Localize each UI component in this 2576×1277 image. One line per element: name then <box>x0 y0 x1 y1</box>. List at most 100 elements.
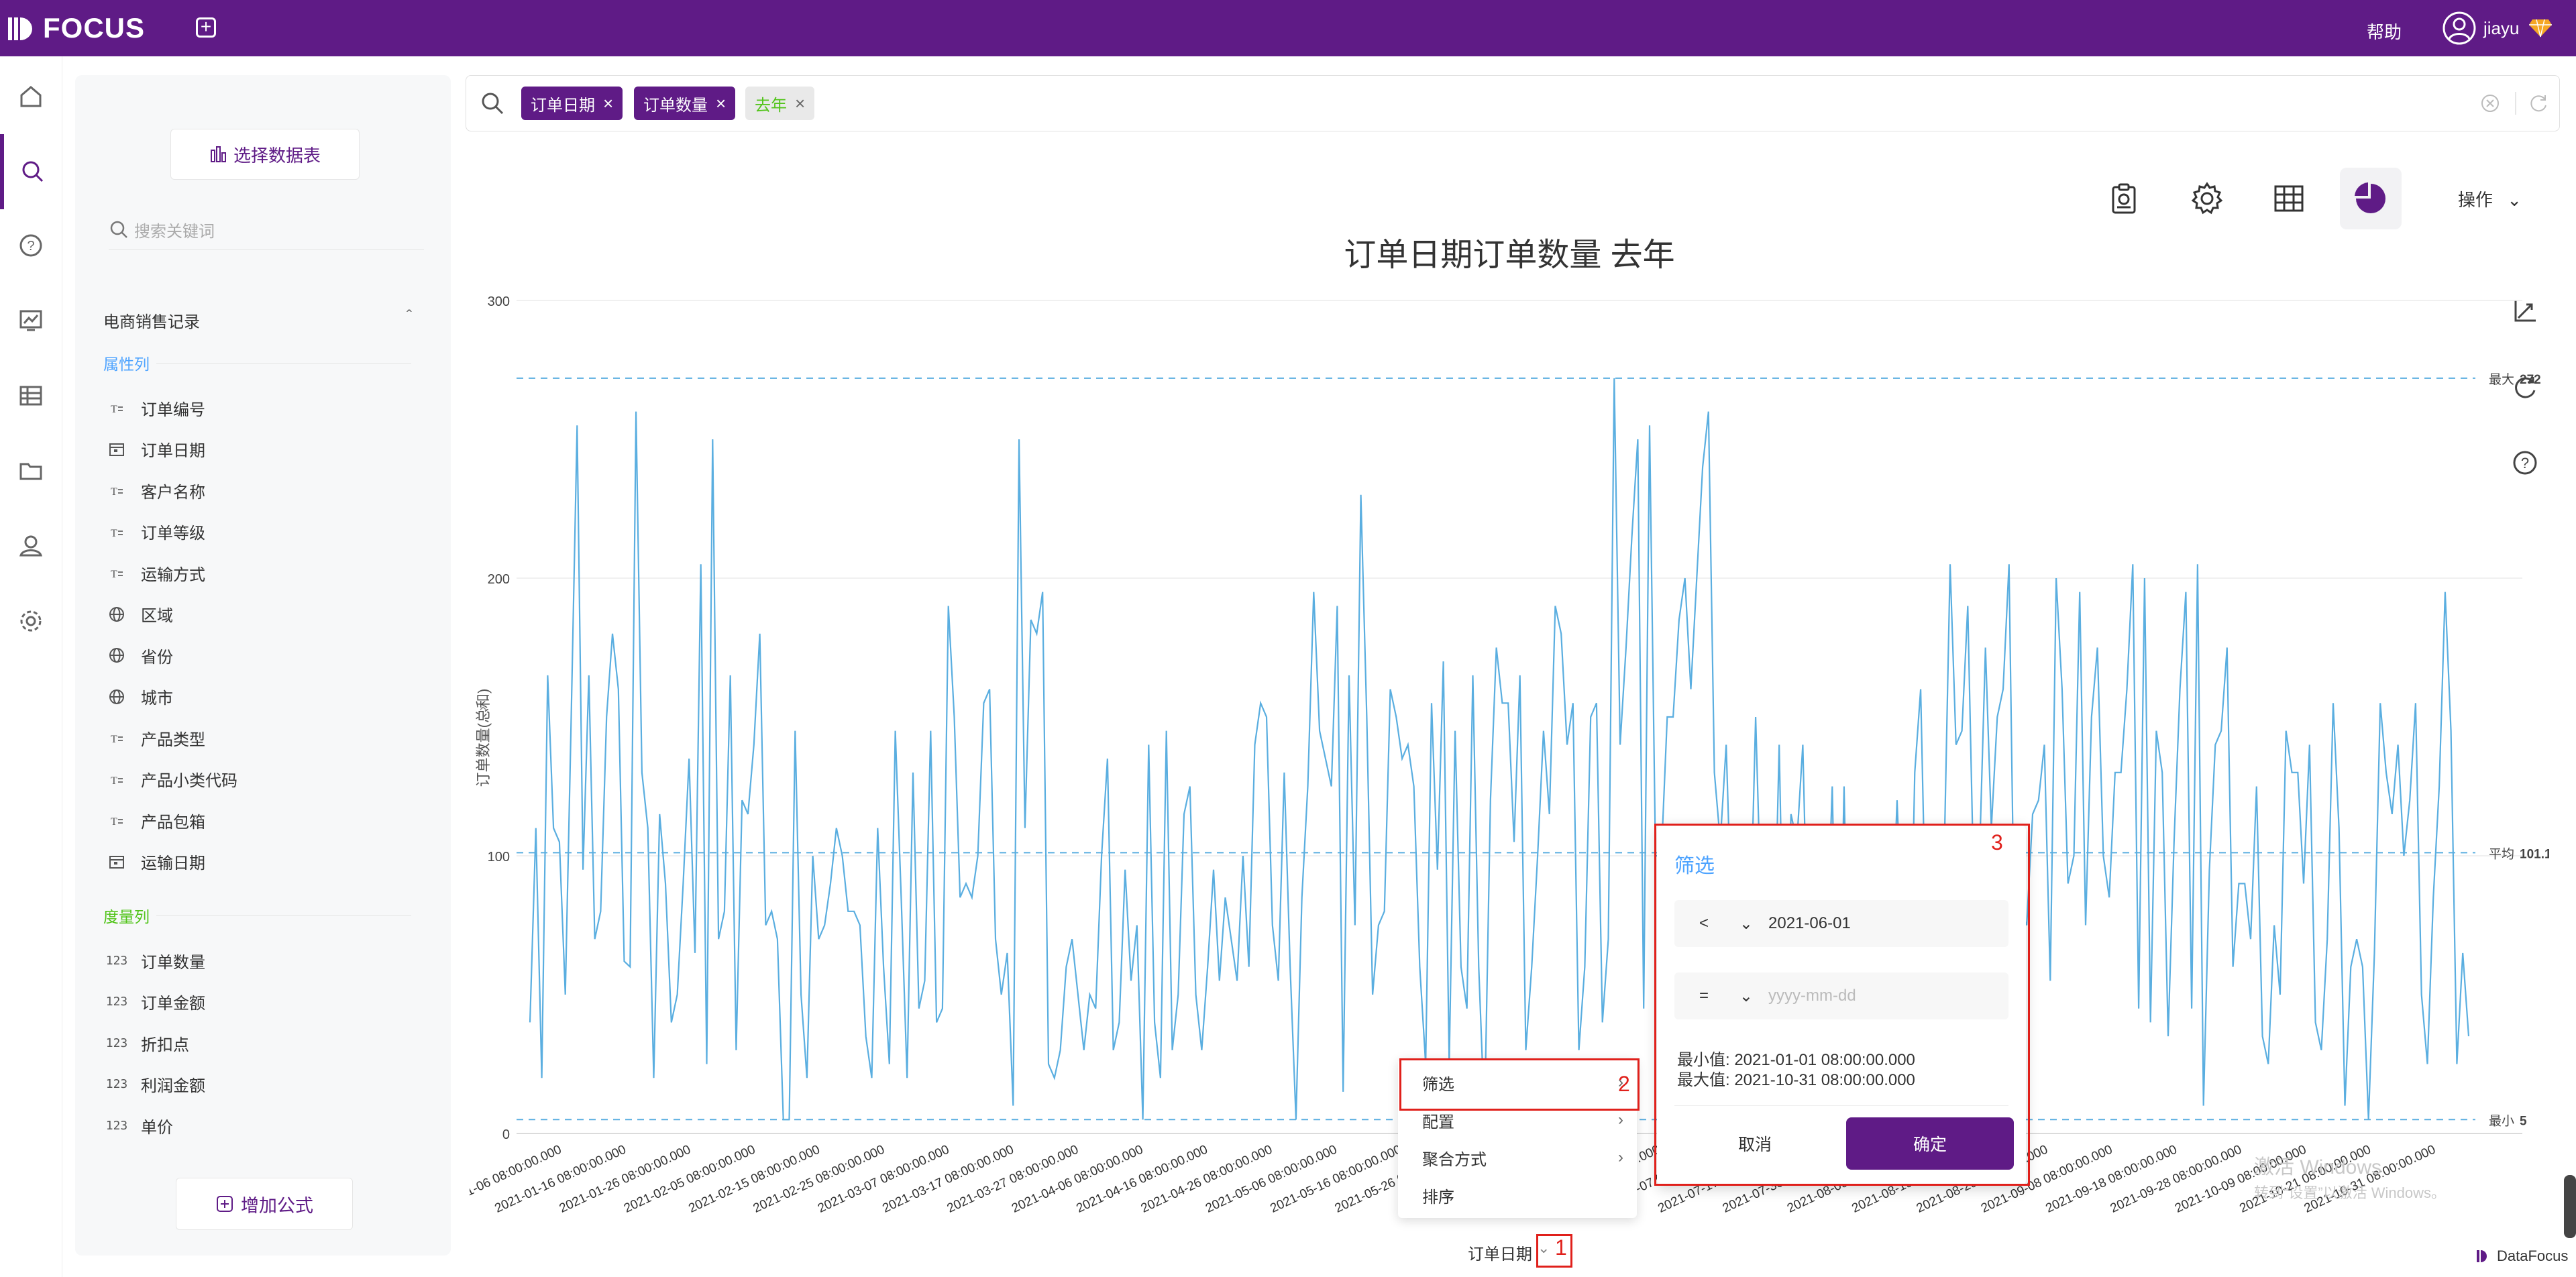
table-view-icon <box>2274 185 2304 212</box>
logo-icon <box>8 17 32 40</box>
number-field-icon: 123 <box>105 953 128 968</box>
field-label: 城市 <box>141 689 173 708</box>
menu-item-aggregation[interactable]: 聚合方式 › <box>1422 1139 1623 1176</box>
field-item[interactable]: 123 折扣点 <box>103 1030 189 1056</box>
data-source-panel: 选择数据表 搜索关键词 电商销售记录 ˆ 属性列 T 订单编号 订单日期 T 客户名称 T… <box>75 75 451 1256</box>
clear-search-icon[interactable] <box>2479 92 2502 115</box>
remove-chip-icon[interactable]: × <box>716 93 726 114</box>
field-label: 订单金额 <box>141 995 205 1013</box>
scroll-handle[interactable] <box>2564 1175 2576 1238</box>
folder-icon[interactable] <box>0 433 62 508</box>
field-item[interactable]: 123 利润金额 <box>103 1071 205 1098</box>
refresh-search-icon[interactable] <box>2527 92 2550 115</box>
remove-chip-icon[interactable]: × <box>795 93 805 114</box>
field-item[interactable]: T 订单编号 <box>103 394 205 421</box>
number-field-icon: 123 <box>105 1077 128 1091</box>
field-item[interactable]: 123 单价 <box>103 1112 173 1139</box>
operations-dropdown[interactable]: 操作 ⌄ <box>2458 186 2522 211</box>
field-label: 客户名称 <box>141 483 205 502</box>
add-formula-icon <box>217 1196 233 1212</box>
remove-chip-icon[interactable]: × <box>603 93 613 114</box>
user-avatar-icon <box>2443 11 2476 45</box>
field-label: 订单编号 <box>141 400 205 419</box>
field-item[interactable]: 运输日期 <box>103 848 205 875</box>
number-field-icon: 123 <box>105 995 128 1009</box>
field-item[interactable]: 城市 <box>103 683 173 710</box>
table-name[interactable]: 电商销售记录 <box>103 309 200 332</box>
new-tab-icon[interactable]: + <box>196 17 216 38</box>
field-label: 区域 <box>141 607 173 625</box>
date-field-icon <box>103 852 130 871</box>
measure-section-header: 度量列 <box>103 904 411 927</box>
field-item[interactable]: 123 订单金额 <box>103 989 205 1015</box>
y-axis-label: 订单数量(总和) <box>475 689 492 787</box>
field-item[interactable]: 123 订单数量 <box>103 947 205 974</box>
field-item[interactable]: 订单日期 <box>103 436 205 463</box>
y-tick-label: 300 <box>488 294 510 309</box>
collapse-icon[interactable]: ˆ <box>407 307 412 326</box>
home-icon[interactable] <box>0 59 62 134</box>
field-label: 省份 <box>141 648 173 667</box>
search-chip-order-qty[interactable]: 订单数量 × <box>634 87 736 120</box>
left-nav-rail: ? <box>0 56 62 1277</box>
field-item[interactable]: 区域 <box>103 601 173 628</box>
field-label: 产品包箱 <box>141 813 205 832</box>
annotation-number-3: 3 <box>1991 830 2003 854</box>
annotation-box-1 <box>1536 1234 1572 1268</box>
settings-icon[interactable] <box>0 584 62 659</box>
dashboard-icon[interactable] <box>0 283 62 358</box>
y-axis-chevron-icon[interactable]: › <box>474 706 490 711</box>
geo-field-icon <box>103 646 130 665</box>
field-label: 折扣点 <box>141 1036 189 1054</box>
chevron-right-icon: › <box>1618 1111 1623 1129</box>
search-icon[interactable] <box>0 134 62 209</box>
field-item[interactable]: 省份 <box>103 642 173 669</box>
field-label: 订单等级 <box>141 524 205 543</box>
chart-title: 订单日期订单数量 去年 <box>1344 237 1675 273</box>
add-formula-button[interactable]: 增加公式 <box>176 1178 353 1230</box>
field-item[interactable]: T 产品类型 <box>103 724 205 751</box>
chart-type-button[interactable] <box>2340 168 2402 229</box>
field-label: 订单数量 <box>141 953 205 972</box>
field-search-placeholder: 搜索关键词 <box>134 222 215 241</box>
search-icon <box>482 93 504 115</box>
choose-table-button[interactable]: 选择数据表 <box>170 129 360 180</box>
svg-text:T: T <box>111 734 117 745</box>
focus-logo[interactable]: FOCUS <box>7 11 145 46</box>
search-icon <box>110 221 127 238</box>
clipboard-icon <box>2112 183 2136 214</box>
menu-item-sort[interactable]: 排序 <box>1422 1176 1623 1214</box>
clipboard-report-button[interactable] <box>2093 168 2155 229</box>
field-item[interactable]: T 产品小类代码 <box>103 766 237 793</box>
y-tick-label: 100 <box>488 850 510 865</box>
search-bar[interactable]: 订单日期 × 订单数量 × 去年 × <box>466 75 2560 131</box>
user-icon[interactable] <box>0 508 62 584</box>
chart-settings-button[interactable] <box>2176 168 2238 229</box>
field-item[interactable]: T 客户名称 <box>103 477 205 504</box>
x-axis-label[interactable]: 订单日期 <box>1468 1241 1532 1264</box>
field-search-input[interactable]: 搜索关键词 <box>109 209 424 250</box>
field-item[interactable]: T 运输方式 <box>103 559 205 586</box>
svg-text:T: T <box>111 486 117 498</box>
series-line[interactable] <box>529 378 2470 1121</box>
search-chip-order-date[interactable]: 订单日期 × <box>521 87 623 120</box>
windows-activation-watermark: 激活 Windows 转到“设置”以激活 Windows。 <box>2254 1156 2447 1201</box>
chevron-right-icon: › <box>1618 1148 1623 1166</box>
table-icon[interactable] <box>0 358 62 433</box>
datafocus-brand: DataFocus <box>2475 1247 2568 1265</box>
svg-text:?: ? <box>27 239 34 254</box>
field-item[interactable]: T 订单等级 <box>103 518 205 545</box>
table-view-button[interactable] <box>2258 168 2320 229</box>
datafocus-logo-icon <box>2477 1250 2487 1262</box>
date-field-icon <box>103 440 130 459</box>
reference-line-label: 平均101.13 <box>2489 846 2549 861</box>
search-chip-last-year[interactable]: 去年 × <box>745 87 815 120</box>
help-icon[interactable]: ? <box>0 208 62 283</box>
user-menu[interactable]: jiayu <box>2442 9 2559 47</box>
text-field-icon: T <box>103 522 130 541</box>
annotation-number-2: 2 <box>1618 1072 1630 1096</box>
help-link[interactable]: 帮助 <box>2367 19 2402 44</box>
reference-line-label: 最小 5 <box>2489 1113 2527 1128</box>
field-item[interactable]: T 产品包箱 <box>103 807 205 834</box>
pie-chart-icon <box>2355 182 2385 213</box>
